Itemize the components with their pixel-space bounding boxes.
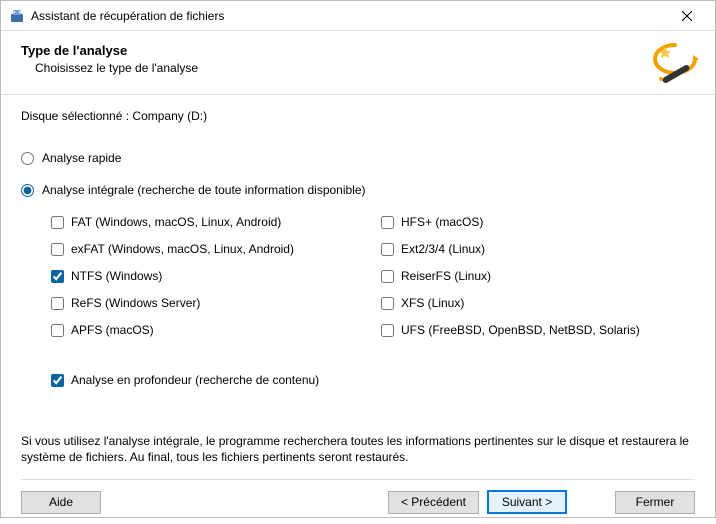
checkbox-hfs[interactable]: HFS+ (macOS): [381, 215, 681, 229]
checkbox-ext-label: Ext2/3/4 (Linux): [401, 242, 485, 256]
help-button[interactable]: Aide: [21, 491, 101, 514]
selected-disk-label: Disque sélectionné : Company (D:): [21, 109, 695, 123]
checkbox-ntfs-input[interactable]: [51, 270, 64, 283]
next-button[interactable]: Suivant >: [487, 490, 567, 514]
checkbox-refs-input[interactable]: [51, 297, 64, 310]
checkbox-apfs[interactable]: APFS (macOS): [51, 323, 381, 337]
filesystem-grid: FAT (Windows, macOS, Linux, Android) HFS…: [51, 215, 695, 337]
page-title: Type de l'analyse: [21, 43, 695, 58]
wizard-wand-icon: [651, 41, 699, 89]
radio-full-scan-label: Analyse intégrale (recherche de toute in…: [42, 183, 366, 197]
checkbox-ufs[interactable]: UFS (FreeBSD, OpenBSD, NetBSD, Solaris): [381, 323, 681, 337]
page-subtitle: Choisissez le type de l'analyse: [21, 61, 695, 75]
checkbox-ext-input[interactable]: [381, 243, 394, 256]
checkbox-ntfs[interactable]: NTFS (Windows): [51, 269, 381, 283]
checkbox-apfs-label: APFS (macOS): [71, 323, 154, 337]
checkbox-fat[interactable]: FAT (Windows, macOS, Linux, Android): [51, 215, 381, 229]
checkbox-exfat[interactable]: exFAT (Windows, macOS, Linux, Android): [51, 242, 381, 256]
checkbox-refs[interactable]: ReFS (Windows Server): [51, 296, 381, 310]
checkbox-xfs-input[interactable]: [381, 297, 394, 310]
wizard-header: Type de l'analyse Choisissez le type de …: [1, 31, 715, 95]
checkbox-apfs-input[interactable]: [51, 324, 64, 337]
button-bar: Aide < Précédent Suivant > Fermer: [1, 480, 715, 524]
checkbox-ufs-input[interactable]: [381, 324, 394, 337]
checkbox-hfs-input[interactable]: [381, 216, 394, 229]
checkbox-deep-scan[interactable]: Analyse en profondeur (recherche de cont…: [51, 373, 695, 387]
checkbox-ntfs-label: NTFS (Windows): [71, 269, 162, 283]
radio-quick-scan-input[interactable]: [21, 152, 34, 165]
close-button[interactable]: [667, 1, 707, 31]
close-window-button[interactable]: Fermer: [615, 491, 695, 514]
window-title: Assistant de récupération de fichiers: [31, 9, 667, 23]
checkbox-reiserfs-label: ReiserFS (Linux): [401, 269, 491, 283]
checkbox-ext[interactable]: Ext2/3/4 (Linux): [381, 242, 681, 256]
titlebar: Assistant de récupération de fichiers: [1, 1, 715, 31]
checkbox-reiserfs-input[interactable]: [381, 270, 394, 283]
info-note: Si vous utilisez l'analyse intégrale, le…: [21, 433, 695, 465]
checkbox-refs-label: ReFS (Windows Server): [71, 296, 200, 310]
radio-quick-scan-label: Analyse rapide: [42, 151, 121, 165]
checkbox-deep-scan-label: Analyse en profondeur (recherche de cont…: [71, 373, 319, 387]
radio-full-scan[interactable]: Analyse intégrale (recherche de toute in…: [21, 183, 695, 197]
checkbox-hfs-label: HFS+ (macOS): [401, 215, 483, 229]
checkbox-xfs[interactable]: XFS (Linux): [381, 296, 681, 310]
checkbox-fat-input[interactable]: [51, 216, 64, 229]
wizard-content: Disque sélectionné : Company (D:) Analys…: [1, 95, 715, 395]
close-icon: [682, 11, 692, 21]
checkbox-fat-label: FAT (Windows, macOS, Linux, Android): [71, 215, 281, 229]
checkbox-deep-scan-input[interactable]: [51, 374, 64, 387]
back-button[interactable]: < Précédent: [388, 491, 479, 514]
radio-quick-scan[interactable]: Analyse rapide: [21, 151, 695, 165]
checkbox-xfs-label: XFS (Linux): [401, 296, 464, 310]
app-icon: [9, 8, 25, 24]
checkbox-exfat-label: exFAT (Windows, macOS, Linux, Android): [71, 242, 294, 256]
checkbox-ufs-label: UFS (FreeBSD, OpenBSD, NetBSD, Solaris): [401, 323, 640, 337]
checkbox-exfat-input[interactable]: [51, 243, 64, 256]
checkbox-reiserfs[interactable]: ReiserFS (Linux): [381, 269, 681, 283]
radio-full-scan-input[interactable]: [21, 184, 34, 197]
